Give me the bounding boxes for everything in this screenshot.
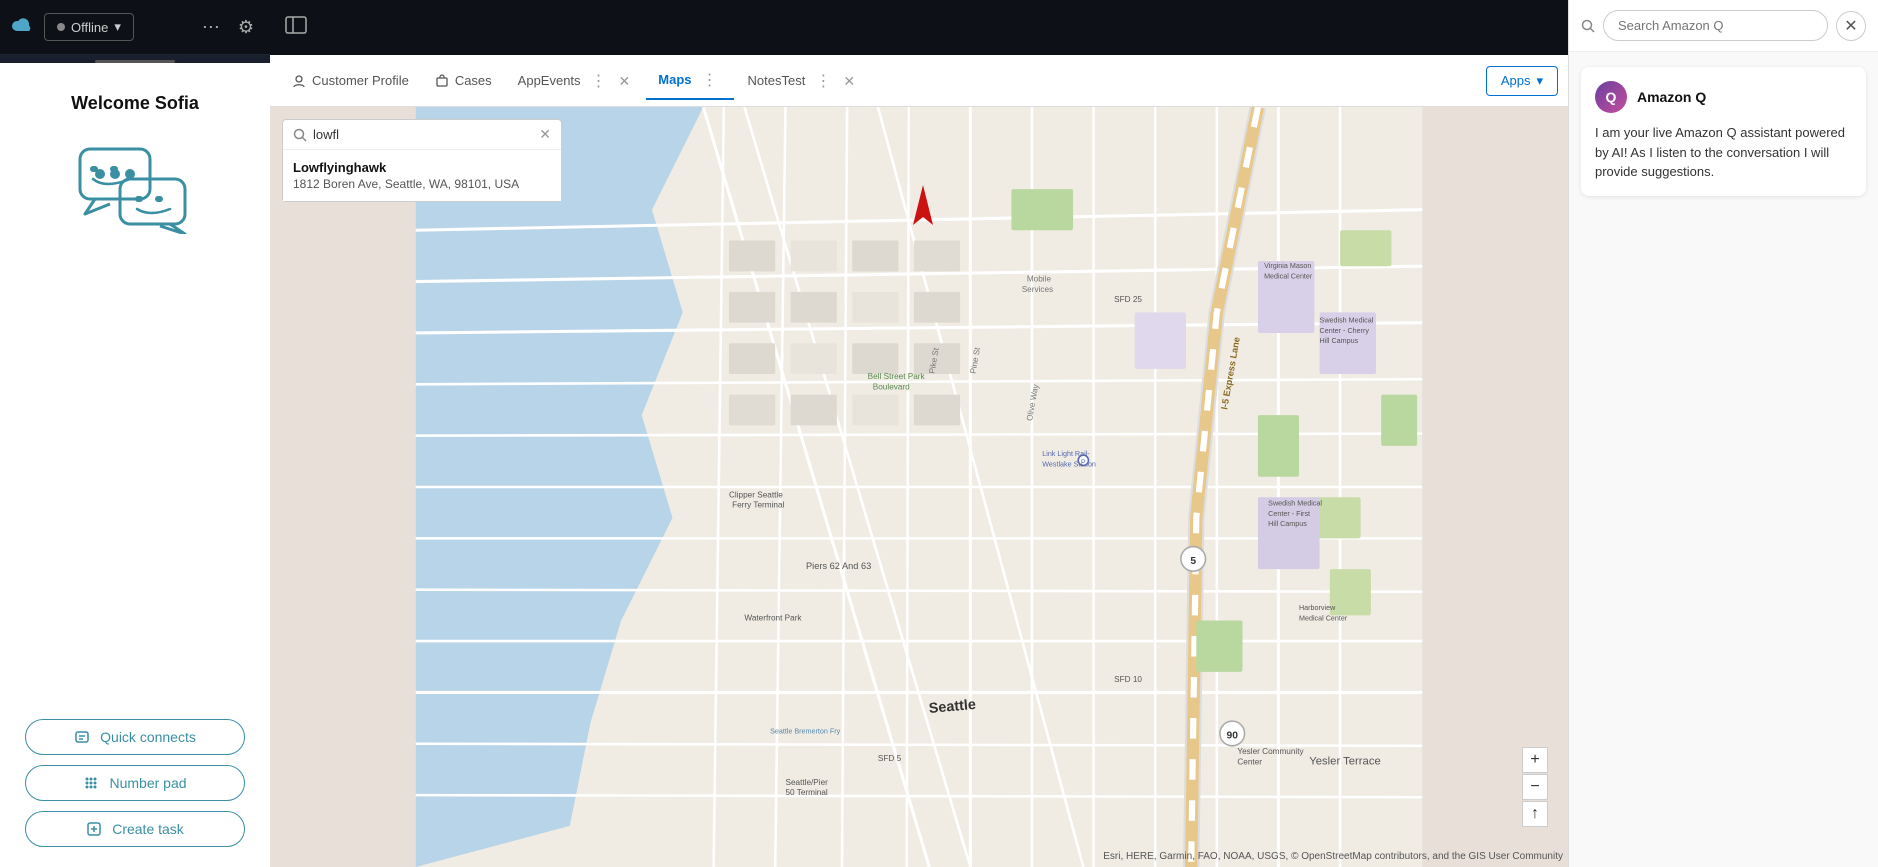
svg-text:Waterfront Park: Waterfront Park (744, 614, 802, 623)
amazon-q-card: Q Amazon Q I am your live Amazon Q assis… (1581, 67, 1866, 196)
map-result-address: 1812 Boren Ave, Seattle, WA, 98101, USA (293, 177, 551, 191)
left-sidebar: Offline ▾ ⋯ ⚙ Welcome Sofia (0, 0, 270, 867)
map-zoom-out-button[interactable]: − (1522, 774, 1548, 800)
map-search-input[interactable] (313, 127, 533, 142)
tab-notestest[interactable]: NotesTest ⋮ ✕ (736, 63, 870, 99)
svg-text:Medical Center: Medical Center (1299, 615, 1348, 623)
map-search-input-row: ✕ (283, 120, 561, 149)
tab-appevents-label: AppEvents (518, 73, 581, 88)
apps-dropdown-icon: ▾ (1536, 73, 1543, 89)
tab-notestest-close[interactable]: ✕ (841, 74, 857, 88)
tab-customer-profile-label: Customer Profile (312, 73, 409, 88)
tab-notestest-label: NotesTest (748, 73, 806, 88)
right-panel: ✕ Q Amazon Q I am your live Amazon Q ass… (1568, 0, 1878, 867)
tabs-bar: Customer Profile Cases AppEvents ⋮ ✕ Map… (270, 55, 1568, 107)
welcome-text: Welcome Sofia (71, 93, 199, 114)
svg-text:Yesler Terrace: Yesler Terrace (1309, 755, 1381, 767)
map-container[interactable]: Seattle Piers 62 And 63 Waterfront Park … (270, 107, 1568, 867)
tab-customer-profile[interactable]: Customer Profile (280, 65, 421, 96)
status-button[interactable]: Offline ▾ (44, 13, 134, 41)
amazon-q-name: Amazon Q (1637, 89, 1706, 105)
svg-text:P: P (1081, 458, 1086, 466)
map-search-result[interactable]: Lowflyinghawk 1812 Boren Ave, Seattle, W… (283, 149, 561, 201)
map-result-name: Lowflyinghawk (293, 160, 551, 175)
number-pad-label: Number pad (109, 775, 186, 791)
svg-text:Ferry Terminal: Ferry Terminal (732, 501, 784, 510)
svg-text:SFD 25: SFD 25 (1114, 295, 1142, 304)
tab-cases[interactable]: Cases (423, 65, 504, 96)
map-controls: + − ↑ (1522, 747, 1548, 827)
svg-text:Boulevard: Boulevard (873, 382, 910, 391)
svg-text:Yesler Community: Yesler Community (1237, 747, 1304, 756)
panel-icon (285, 16, 307, 40)
status-label: Offline (71, 20, 108, 35)
amazon-q-header: Q Amazon Q (1595, 81, 1852, 113)
create-task-button[interactable]: Create task (25, 811, 245, 847)
svg-text:Seattle Bremerton Fry: Seattle Bremerton Fry (770, 727, 841, 735)
amazon-q-avatar: Q (1595, 81, 1627, 113)
map-svg: Seattle Piers 62 And 63 Waterfront Park … (270, 107, 1568, 867)
right-panel-close-button[interactable]: ✕ (1836, 11, 1866, 41)
right-panel-search-bar: ✕ (1569, 0, 1878, 52)
number-pad-button[interactable]: Number pad (25, 765, 245, 801)
svg-text:Swedish Medical: Swedish Medical (1268, 499, 1322, 507)
more-options-button[interactable]: ⋯ (198, 13, 224, 42)
tab-appevents-close[interactable]: ✕ (617, 74, 633, 88)
svg-text:5: 5 (1190, 556, 1196, 567)
right-search-icon (1581, 19, 1595, 33)
svg-text:Virginia Mason: Virginia Mason (1264, 262, 1311, 270)
svg-text:Clipper Seattle: Clipper Seattle (729, 490, 783, 499)
svg-text:50 Terminal: 50 Terminal (785, 788, 827, 797)
map-compass-button[interactable]: ↑ (1522, 801, 1548, 827)
create-task-label: Create task (112, 821, 184, 837)
svg-text:Hill Campus: Hill Campus (1268, 520, 1307, 528)
status-dot (57, 23, 65, 31)
quick-connects-label: Quick connects (100, 729, 196, 745)
amazon-q-message: I am your live Amazon Q assistant powere… (1595, 123, 1852, 182)
svg-text:Center - First: Center - First (1268, 510, 1310, 518)
tab-maps[interactable]: Maps ⋮ (646, 62, 733, 100)
svg-text:SFD 10: SFD 10 (1114, 675, 1142, 684)
apps-label: Apps (1501, 73, 1531, 88)
map-zoom-in-button[interactable]: + (1522, 747, 1548, 773)
main-top-bar (270, 0, 1568, 55)
svg-text:Medical Center: Medical Center (1264, 273, 1313, 281)
svg-text:Center: Center (1237, 757, 1262, 766)
map-search-icon (293, 128, 307, 142)
tab-maps-label: Maps (658, 72, 691, 87)
cloud-icon (12, 16, 34, 39)
svg-text:Hill Campus: Hill Campus (1320, 337, 1359, 345)
tab-appevents-more[interactable]: ⋮ (587, 71, 611, 91)
right-search-input[interactable] (1603, 10, 1828, 41)
svg-text:Center - Cherry: Center - Cherry (1320, 327, 1370, 335)
status-dropdown-icon: ▾ (114, 19, 121, 35)
svg-text:Services: Services (1022, 285, 1053, 294)
svg-text:Bell Street Park: Bell Street Park (868, 372, 926, 381)
sidebar-bottom: Quick connects Number pad (20, 719, 250, 847)
svg-text:Swedish Medical: Swedish Medical (1320, 317, 1374, 325)
chat-icon (75, 144, 195, 239)
main-area: Customer Profile Cases AppEvents ⋮ ✕ Map… (270, 0, 1568, 867)
tab-cases-label: Cases (455, 73, 492, 88)
tab-notestest-more[interactable]: ⋮ (811, 71, 835, 91)
map-search-box: ✕ Lowflyinghawk 1812 Boren Ave, Seattle,… (282, 119, 562, 202)
sidebar-content: Welcome Sofia (0, 63, 270, 867)
settings-button[interactable]: ⚙ (234, 13, 258, 42)
tab-maps-more[interactable]: ⋮ (698, 70, 722, 90)
map-attribution: Esri, HERE, Garmin, FAO, NOAA, USGS, © O… (1103, 851, 1563, 862)
quick-connects-button[interactable]: Quick connects (25, 719, 245, 755)
svg-text:SFD 5: SFD 5 (878, 754, 902, 763)
svg-text:Mobile: Mobile (1027, 275, 1052, 284)
tab-appevents[interactable]: AppEvents ⋮ ✕ (506, 63, 645, 99)
map-search-clear-button[interactable]: ✕ (539, 126, 551, 143)
apps-button[interactable]: Apps ▾ (1486, 66, 1558, 96)
top-bar: Offline ▾ ⋯ ⚙ (0, 0, 270, 55)
svg-text:Seattle/Pier: Seattle/Pier (785, 778, 828, 787)
svg-text:Harborview: Harborview (1299, 604, 1336, 612)
svg-text:90: 90 (1227, 731, 1239, 742)
svg-text:Piers 62 And 63: Piers 62 And 63 (806, 561, 871, 571)
